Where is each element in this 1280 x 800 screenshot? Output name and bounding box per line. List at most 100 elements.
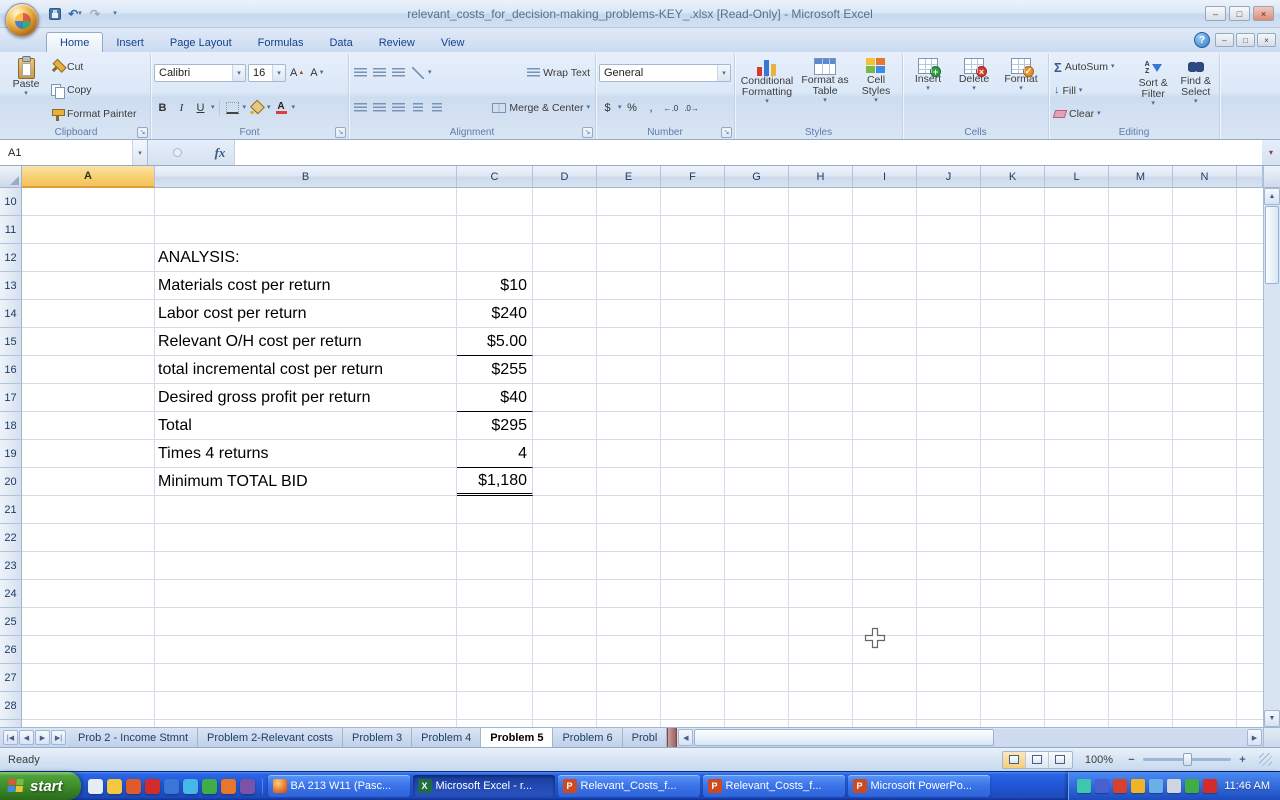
- empty-cells[interactable]: [533, 692, 1263, 720]
- font-size-select[interactable]: 16▾: [248, 64, 286, 82]
- align-right-button[interactable]: [390, 99, 407, 117]
- row-header-11[interactable]: 11: [0, 216, 22, 244]
- cell-C28[interactable]: [457, 692, 533, 720]
- shrink-font-button[interactable]: A▼: [308, 64, 326, 82]
- quick-launch-icon-9[interactable]: [240, 779, 255, 794]
- row-header-20[interactable]: 20: [0, 468, 22, 496]
- increase-decimal-button[interactable]: ←.0: [662, 99, 681, 117]
- align-center-button[interactable]: [371, 99, 388, 117]
- tray-icon-5[interactable]: [1149, 779, 1163, 793]
- row-header-26[interactable]: 26: [0, 636, 22, 664]
- orientation-button[interactable]: [409, 64, 426, 82]
- tray-icon-2[interactable]: [1095, 779, 1109, 793]
- row-header-23[interactable]: 23: [0, 552, 22, 580]
- sheet-tab-problem-3[interactable]: Problem 3: [343, 728, 412, 747]
- cell-B21[interactable]: [155, 496, 457, 524]
- cell-C26[interactable]: [457, 636, 533, 664]
- horizontal-scrollbar[interactable]: ◀ ▶: [677, 728, 1263, 747]
- format-cells-button[interactable]: ✓ Format ▾: [998, 55, 1044, 126]
- sheet-tab-problem-2-relevant-costs[interactable]: Problem 2-Relevant costs: [198, 728, 343, 747]
- empty-cells[interactable]: [533, 244, 1263, 272]
- cell-B12[interactable]: ANALYSIS:: [155, 244, 457, 272]
- sheet-tab-probl[interactable]: Probl: [623, 728, 668, 747]
- row-header-17[interactable]: 17: [0, 384, 22, 412]
- cell-C18[interactable]: $295: [457, 412, 533, 440]
- grow-font-button[interactable]: A▲: [288, 64, 306, 82]
- align-left-button[interactable]: [352, 99, 369, 117]
- clipboard-dialog-launcher[interactable]: ↘: [137, 127, 148, 138]
- ribbon-tab-home[interactable]: Home: [46, 32, 103, 52]
- chevron-down-icon[interactable]: ▾: [232, 65, 245, 81]
- quick-launch-icon-6[interactable]: [183, 779, 198, 794]
- cell-A15[interactable]: [22, 328, 155, 356]
- cell-B11[interactable]: [155, 216, 457, 244]
- cell-A16[interactable]: [22, 356, 155, 384]
- empty-cells[interactable]: [533, 552, 1263, 580]
- cell-A17[interactable]: [22, 384, 155, 412]
- ribbon-tab-view[interactable]: View: [428, 33, 478, 52]
- cell-C21[interactable]: [457, 496, 533, 524]
- cell-B24[interactable]: [155, 580, 457, 608]
- first-sheet-button[interactable]: |◀: [3, 730, 18, 745]
- decrease-decimal-button[interactable]: .0→: [682, 99, 701, 117]
- row-header-22[interactable]: 22: [0, 524, 22, 552]
- empty-cells[interactable]: [533, 720, 1263, 727]
- cell-A27[interactable]: [22, 664, 155, 692]
- workbook-close-button[interactable]: ×: [1257, 33, 1276, 47]
- column-header-C[interactable]: C: [457, 166, 533, 188]
- row-header-27[interactable]: 27: [0, 664, 22, 692]
- normal-view-button[interactable]: [1003, 752, 1026, 768]
- column-header-I[interactable]: I: [853, 166, 917, 188]
- chevron-down-icon[interactable]: ▾: [428, 69, 432, 77]
- ribbon-tab-review[interactable]: Review: [366, 33, 428, 52]
- save-button[interactable]: [46, 5, 64, 23]
- cell-B13[interactable]: Materials cost per return: [155, 272, 457, 300]
- row-header-16[interactable]: 16: [0, 356, 22, 384]
- cell-B15[interactable]: Relevant O/H cost per return: [155, 328, 457, 356]
- column-header-J[interactable]: J: [917, 166, 981, 188]
- empty-cells[interactable]: [533, 636, 1263, 664]
- row-header-13[interactable]: 13: [0, 272, 22, 300]
- cell-A29[interactable]: [22, 720, 155, 727]
- cell-B27[interactable]: [155, 664, 457, 692]
- customize-qat-button[interactable]: ▾: [106, 5, 124, 23]
- tray-icon-7[interactable]: [1185, 779, 1199, 793]
- cell-C19[interactable]: 4: [457, 440, 533, 468]
- taskbar-button-4[interactable]: PRelevant_Costs_f...: [703, 775, 845, 797]
- empty-cells[interactable]: [533, 216, 1263, 244]
- help-button[interactable]: ?: [1194, 32, 1210, 48]
- cell-A23[interactable]: [22, 552, 155, 580]
- sheet-tab-problem-4[interactable]: Problem 4: [412, 728, 481, 747]
- row-header-12[interactable]: 12: [0, 244, 22, 272]
- row-header-15[interactable]: 15: [0, 328, 22, 356]
- cell-B14[interactable]: Labor cost per return: [155, 300, 457, 328]
- cell-B17[interactable]: Desired gross profit per return: [155, 384, 457, 412]
- page-break-preview-button[interactable]: [1049, 752, 1072, 768]
- fill-color-button[interactable]: [248, 99, 265, 117]
- cell-B19[interactable]: Times 4 returns: [155, 440, 457, 468]
- scroll-up-button[interactable]: ▲: [1264, 188, 1280, 205]
- copy-button[interactable]: Copy: [49, 83, 147, 98]
- format-painter-button[interactable]: Format Painter: [49, 107, 147, 122]
- cell-A19[interactable]: [22, 440, 155, 468]
- cell-B25[interactable]: [155, 608, 457, 636]
- font-name-select[interactable]: Calibri▾: [154, 64, 246, 82]
- chevron-down-icon[interactable]: ▾: [243, 104, 247, 112]
- empty-cells[interactable]: [533, 608, 1263, 636]
- cell-B23[interactable]: [155, 552, 457, 580]
- tray-icon-1[interactable]: [1077, 779, 1091, 793]
- borders-button[interactable]: [224, 99, 241, 117]
- percent-style-button[interactable]: %: [624, 99, 641, 117]
- cell-C22[interactable]: [457, 524, 533, 552]
- cut-button[interactable]: Cut: [49, 59, 147, 74]
- chevron-down-icon[interactable]: ▾: [211, 104, 215, 112]
- taskbar-button-5[interactable]: PMicrosoft PowerPo...: [848, 775, 990, 797]
- cell-B18[interactable]: Total: [155, 412, 457, 440]
- sheet-tab-problem-6[interactable]: Problem 6: [553, 728, 622, 747]
- empty-cells[interactable]: [533, 664, 1263, 692]
- chevron-down-icon[interactable]: ▾: [292, 104, 296, 112]
- conditional-formatting-button[interactable]: Conditional Formatting ▾: [738, 55, 796, 126]
- empty-cells[interactable]: [533, 272, 1263, 300]
- align-middle-button[interactable]: [371, 64, 388, 82]
- row-header-18[interactable]: 18: [0, 412, 22, 440]
